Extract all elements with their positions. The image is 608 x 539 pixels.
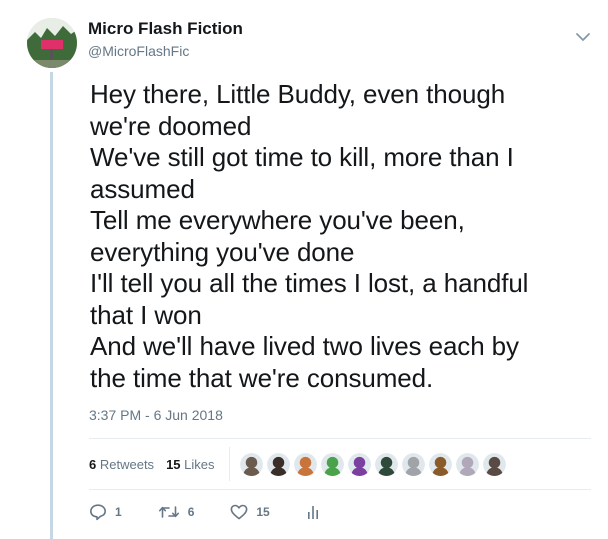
avatar-image (27, 18, 77, 68)
tweet-line: I'll tell you all the times I lost, a ha… (90, 268, 529, 298)
tweet-header: Micro Flash Fiction @MicroFlashFic (88, 19, 243, 61)
likes-stat[interactable]: 15 Likes (166, 457, 214, 472)
reply-icon (90, 504, 106, 521)
liker-avatar-2[interactable] (266, 452, 290, 476)
tweet-line: everything you've done (90, 236, 355, 267)
tweet-line: Hey there, Little Buddy, even though (90, 79, 506, 109)
likes-label: Likes (184, 456, 215, 472)
divider-top (89, 438, 591, 439)
likes-count: 15 (166, 456, 181, 472)
liker-avatar-10[interactable] (482, 452, 506, 476)
tweet-line: And we'll have lived two lives each by (90, 331, 519, 361)
chevron-down-icon[interactable] (575, 31, 591, 43)
user-handle[interactable]: @MicroFlashFic (88, 41, 243, 61)
tweet-line: that I won (90, 299, 202, 330)
retweet-button[interactable]: 6 (158, 504, 195, 520)
like-button[interactable]: 15 (230, 504, 270, 520)
tweet-stats: 6 Retweets 15 Likes (89, 447, 510, 481)
heart-icon (230, 504, 248, 520)
retweet-icon (158, 506, 179, 518)
like-count: 15 (256, 505, 270, 519)
reply-button[interactable]: 1 (89, 503, 122, 521)
profile-avatar[interactable] (27, 18, 77, 68)
tweet-actions: 1 6 15 (89, 503, 356, 521)
tweet-line: Tell me everywhere you've been, (90, 205, 465, 235)
display-name[interactable]: Micro Flash Fiction (88, 19, 243, 39)
retweets-stat[interactable]: 6 Retweets (89, 457, 154, 472)
liker-avatar-8[interactable] (428, 452, 452, 476)
liker-avatar-5[interactable] (347, 452, 371, 476)
tweet-line: we're doomed (90, 110, 252, 141)
thread-connector-line (50, 72, 53, 539)
tweet-line: the time that we're consumed. (90, 362, 434, 393)
tweet-timestamp[interactable]: 3:37 PM - 6 Jun 2018 (89, 407, 223, 423)
retweet-count: 6 (187, 505, 195, 519)
analytics-button[interactable] (306, 504, 320, 520)
analytics-icon (307, 506, 318, 519)
stats-separator (228, 447, 230, 481)
retweets-count: 6 (89, 456, 97, 472)
tweet-line: assumed (90, 173, 195, 204)
liker-avatar-7[interactable] (401, 452, 425, 476)
retweets-label: Retweets (99, 456, 155, 472)
tweet-line: We've still got time to kill, more than … (90, 142, 514, 172)
liker-avatars (239, 452, 510, 476)
liker-avatar-6[interactable] (374, 452, 398, 476)
liker-avatar-1[interactable] (239, 452, 263, 476)
divider-bottom (89, 489, 591, 490)
liker-avatar-3[interactable] (293, 452, 317, 476)
tweet-text: Hey there, Little Buddy, even though we'… (90, 79, 590, 394)
liker-avatar-4[interactable] (320, 452, 344, 476)
reply-count: 1 (115, 505, 122, 519)
liker-avatar-9[interactable] (455, 452, 479, 476)
